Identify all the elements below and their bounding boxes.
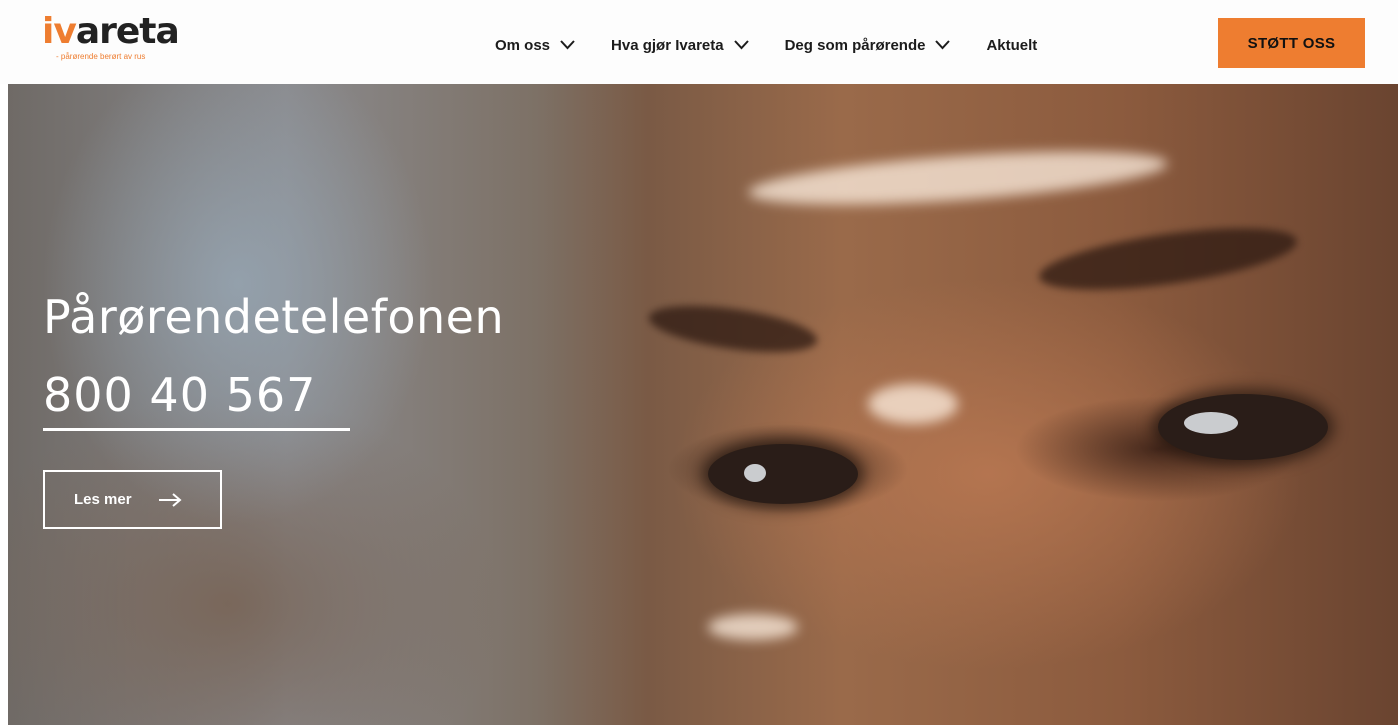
hero-photo-eye bbox=[1158, 394, 1328, 460]
hero-photo-brow bbox=[646, 297, 820, 361]
nav-item-om-oss[interactable]: Om oss bbox=[495, 37, 575, 54]
logo-tagline: - pårørende berørt av rus bbox=[56, 52, 146, 61]
hero-banner: Pårørendetelefonen 800 40 567 Les mer bbox=[8, 84, 1398, 725]
nav-item-aktuelt[interactable]: Aktuelt bbox=[986, 37, 1037, 54]
nav-item-label: Deg som pårørende bbox=[784, 36, 926, 54]
logo-wordmark: ivareta bbox=[42, 11, 180, 52]
site-header: ivareta - pårørende berørt av rus Om oss… bbox=[0, 0, 1398, 84]
nav-item-label: Hva gjør Ivareta bbox=[611, 36, 724, 54]
chevron-down-icon bbox=[733, 40, 749, 50]
chevron-down-icon bbox=[560, 40, 575, 50]
chevron-down-icon bbox=[935, 40, 951, 50]
nav-item-deg-som-parorende[interactable]: Deg som pårørende bbox=[785, 37, 951, 54]
read-more-button[interactable]: Les mer bbox=[43, 470, 222, 529]
hero-photo-light-spot bbox=[708, 614, 798, 640]
nav-item-label: Om oss bbox=[495, 36, 551, 54]
hero-photo-light-spot bbox=[868, 384, 958, 424]
hero-photo-brow bbox=[1035, 216, 1301, 302]
nav-item-hva-gjor-ivareta[interactable]: Hva gjør Ivareta bbox=[611, 37, 749, 54]
support-button[interactable]: STØTT OSS bbox=[1218, 18, 1365, 68]
arrow-right-icon bbox=[158, 492, 182, 507]
phone-number-link[interactable]: 800 40 567 bbox=[43, 368, 316, 422]
read-more-label: Les mer bbox=[74, 491, 132, 508]
nav-item-label: Aktuelt bbox=[986, 36, 1038, 54]
hero-photo-light-streak bbox=[746, 141, 1170, 215]
phone-underline bbox=[43, 428, 350, 431]
hero-title: Pårørendetelefonen bbox=[43, 290, 505, 344]
main-nav: Om oss Hva gjør Ivareta Deg som pårørend… bbox=[495, 33, 1073, 57]
hero-photo-eye bbox=[708, 444, 858, 504]
logo[interactable]: ivareta - pårørende berørt av rus bbox=[42, 10, 192, 66]
